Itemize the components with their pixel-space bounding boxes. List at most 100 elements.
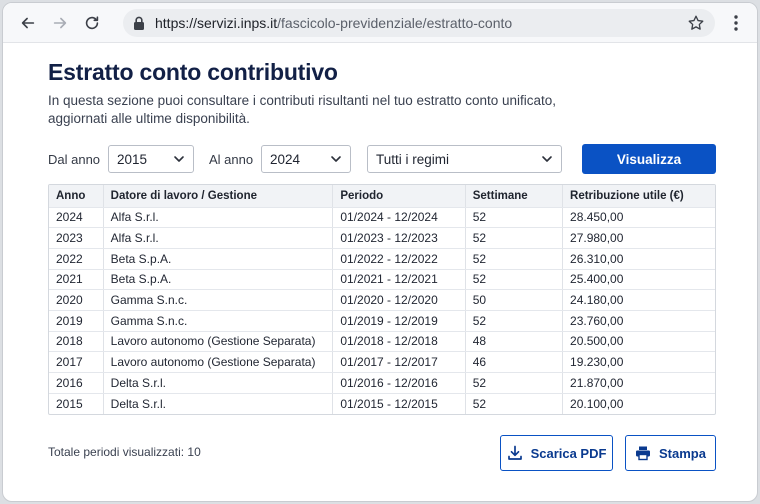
table-cell: 01/2016 - 12/2016 xyxy=(332,372,466,394)
download-pdf-button[interactable]: Scarica PDF xyxy=(500,435,613,471)
back-button[interactable] xyxy=(13,8,43,38)
reload-button[interactable] xyxy=(77,8,107,38)
table-row: 2020 Gamma S.n.c. 01/2020 - 12/2020 50 24.18… xyxy=(49,289,715,311)
table-cell: 01/2015 - 12/2015 xyxy=(332,393,466,414)
url-text: https://servizi.inps.it/fascicolo-previd… xyxy=(155,15,687,31)
table-cell: 2015 xyxy=(49,393,104,414)
url-path: /fascicolo-previdenziale/estratto-conto xyxy=(277,14,513,31)
to-year-select[interactable]: 2024 xyxy=(261,145,351,173)
from-year-value: 2015 xyxy=(117,151,148,167)
browser-window: https://servizi.inps.it/fascicolo-previd… xyxy=(2,2,758,502)
table-cell: 2023 xyxy=(49,227,104,249)
column-header-periodo[interactable]: Periodo xyxy=(332,185,466,208)
table-cell: Lavoro autonomo (Gestione Separata) xyxy=(103,351,334,373)
table-row: 2015 Delta S.r.l. 01/2015 - 12/2015 52 20.10… xyxy=(49,393,715,414)
chevron-down-icon xyxy=(542,156,552,162)
table-cell: 01/2023 - 12/2023 xyxy=(332,227,466,249)
table-cell: 2021 xyxy=(49,269,104,291)
browser-toolbar: https://servizi.inps.it/fascicolo-previd… xyxy=(3,3,757,43)
column-header-settimane[interactable]: Settimane xyxy=(465,185,564,208)
table-body: 2024 Alfa S.r.l. 01/2024 - 12/2024 52 28.450… xyxy=(49,207,715,414)
lock-icon xyxy=(134,16,144,30)
table-cell: 48 xyxy=(465,331,564,353)
table-cell: Delta S.r.l. xyxy=(103,393,334,414)
table-cell: 01/2017 - 12/2017 xyxy=(332,351,466,373)
table-row: 2016 Delta S.r.l. 01/2016 - 12/2016 52 21.87… xyxy=(49,372,715,394)
table-row: 2019 Gamma S.n.c. 01/2019 - 12/2019 52 23.76… xyxy=(49,310,715,332)
column-header-retribuzione[interactable]: Retribuzione utile (€) xyxy=(562,185,715,208)
table-cell: 01/2022 - 12/2022 xyxy=(332,248,466,270)
table-cell: 46 xyxy=(465,351,564,373)
table-cell: 19.230,00 xyxy=(562,351,715,373)
back-icon xyxy=(21,17,35,28)
table-cell: 25.400,00 xyxy=(562,269,715,291)
page-title: Estratto conto contributivo xyxy=(48,59,338,85)
table-cell: 2020 xyxy=(49,289,104,311)
table-header-row: Anno Datore di lavoro / Gestione Periodo… xyxy=(49,185,715,208)
table-cell: 52 xyxy=(465,393,564,414)
page-content: Estratto conto contributivo In questa se… xyxy=(48,53,716,415)
table-cell: 2024 xyxy=(49,207,104,229)
table-row: 2021 Beta S.p.A. 01/2021 - 12/2021 52 25.400… xyxy=(49,269,715,291)
page-footer: Totale periodi visualizzati: 10 Scarica … xyxy=(48,435,716,475)
visualizza-button[interactable]: Visualizza xyxy=(582,144,716,174)
filter-bar: Dal anno 2015 2024 Al anno 2024 Tutti i … xyxy=(48,144,716,174)
download-icon xyxy=(507,445,522,460)
print-label: Stampa xyxy=(659,445,706,461)
table-cell: 52 xyxy=(465,248,564,270)
table-cell: 2016 xyxy=(49,372,104,394)
from-year-label: Dal anno xyxy=(48,151,101,167)
table-cell: 26.310,00 xyxy=(562,248,715,270)
table-row: 2018 Lavoro autonomo (Gestione Separata) 0… xyxy=(49,331,715,353)
table-row: 2017 Lavoro autonomo (Gestione Separata) 0… xyxy=(49,351,715,373)
chevron-down-icon xyxy=(331,156,341,162)
kebab-menu-icon xyxy=(734,14,738,31)
table-cell: Lavoro autonomo (Gestione Separata) xyxy=(103,331,334,353)
total-periods-text: Totale periodi visualizzati: 10 xyxy=(48,445,201,459)
table-cell: 28.450,00 xyxy=(562,207,715,229)
table-cell: Delta S.r.l. xyxy=(103,372,334,394)
table-cell: 20.500,00 xyxy=(562,331,715,353)
table-cell: Beta S.p.A. xyxy=(103,269,334,291)
table-row: 2023 Alfa S.r.l. 01/2023 - 12/2023 52 27.980… xyxy=(49,227,715,249)
table-cell: Beta S.p.A. xyxy=(103,248,334,270)
table-cell: 52 xyxy=(465,227,564,249)
url-host: https://servizi.inps.it xyxy=(155,14,278,31)
table-cell: 2017 xyxy=(49,351,104,373)
table-cell: 52 xyxy=(465,269,564,291)
table-cell: 52 xyxy=(465,372,564,394)
table-cell: 01/2021 - 12/2021 xyxy=(332,269,466,291)
download-pdf-label: Scarica PDF xyxy=(530,445,607,461)
to-year-value: 2024 xyxy=(270,151,301,167)
table-cell: 01/2018 - 12/2018 xyxy=(332,331,466,353)
forward-icon xyxy=(53,17,67,28)
from-year-select[interactable]: 2015 xyxy=(108,145,194,173)
table-cell: 01/2020 - 12/2020 xyxy=(332,289,466,311)
table-cell: 2022 xyxy=(49,248,104,270)
browser-menu-button[interactable] xyxy=(725,8,747,38)
table-cell: 2018 xyxy=(49,331,104,353)
reload-icon xyxy=(85,15,99,29)
chevron-down-icon xyxy=(174,156,184,162)
table-row: 2022 Beta S.p.A. 01/2022 - 12/2022 52 26.310… xyxy=(49,248,715,270)
table-row: 2024 Alfa S.r.l. 01/2024 - 12/2024 52 28.450… xyxy=(49,207,715,229)
regime-select[interactable]: Tutti i regimi xyxy=(367,145,562,173)
page-description: In questa sezione puoi consultare i cont… xyxy=(48,93,557,126)
table-cell: 24.180,00 xyxy=(562,289,715,311)
column-header-anno[interactable]: Anno xyxy=(49,185,104,208)
forward-button[interactable] xyxy=(45,8,75,38)
print-button[interactable]: Stampa xyxy=(625,435,716,471)
table-cell: 50 xyxy=(465,289,564,311)
table-cell: Gamma S.n.c. xyxy=(103,289,334,311)
table-cell: 2019 xyxy=(49,310,104,332)
table-cell: 52 xyxy=(465,310,564,332)
column-header-datore[interactable]: Datore di lavoro / Gestione xyxy=(103,185,334,208)
table-cell: Gamma S.n.c. xyxy=(103,310,334,332)
address-bar[interactable]: https://servizi.inps.it/fascicolo-previd… xyxy=(123,8,715,37)
table-cell: 52 xyxy=(465,207,564,229)
table-cell: 20.100,00 xyxy=(570,396,624,411)
star-icon[interactable] xyxy=(687,14,705,32)
contributions-table: Anno Datore di lavoro / Gestione Periodo… xyxy=(48,184,716,415)
table-cell: 21.870,00 xyxy=(562,372,715,394)
table-cell: Alfa S.r.l. xyxy=(103,207,334,229)
